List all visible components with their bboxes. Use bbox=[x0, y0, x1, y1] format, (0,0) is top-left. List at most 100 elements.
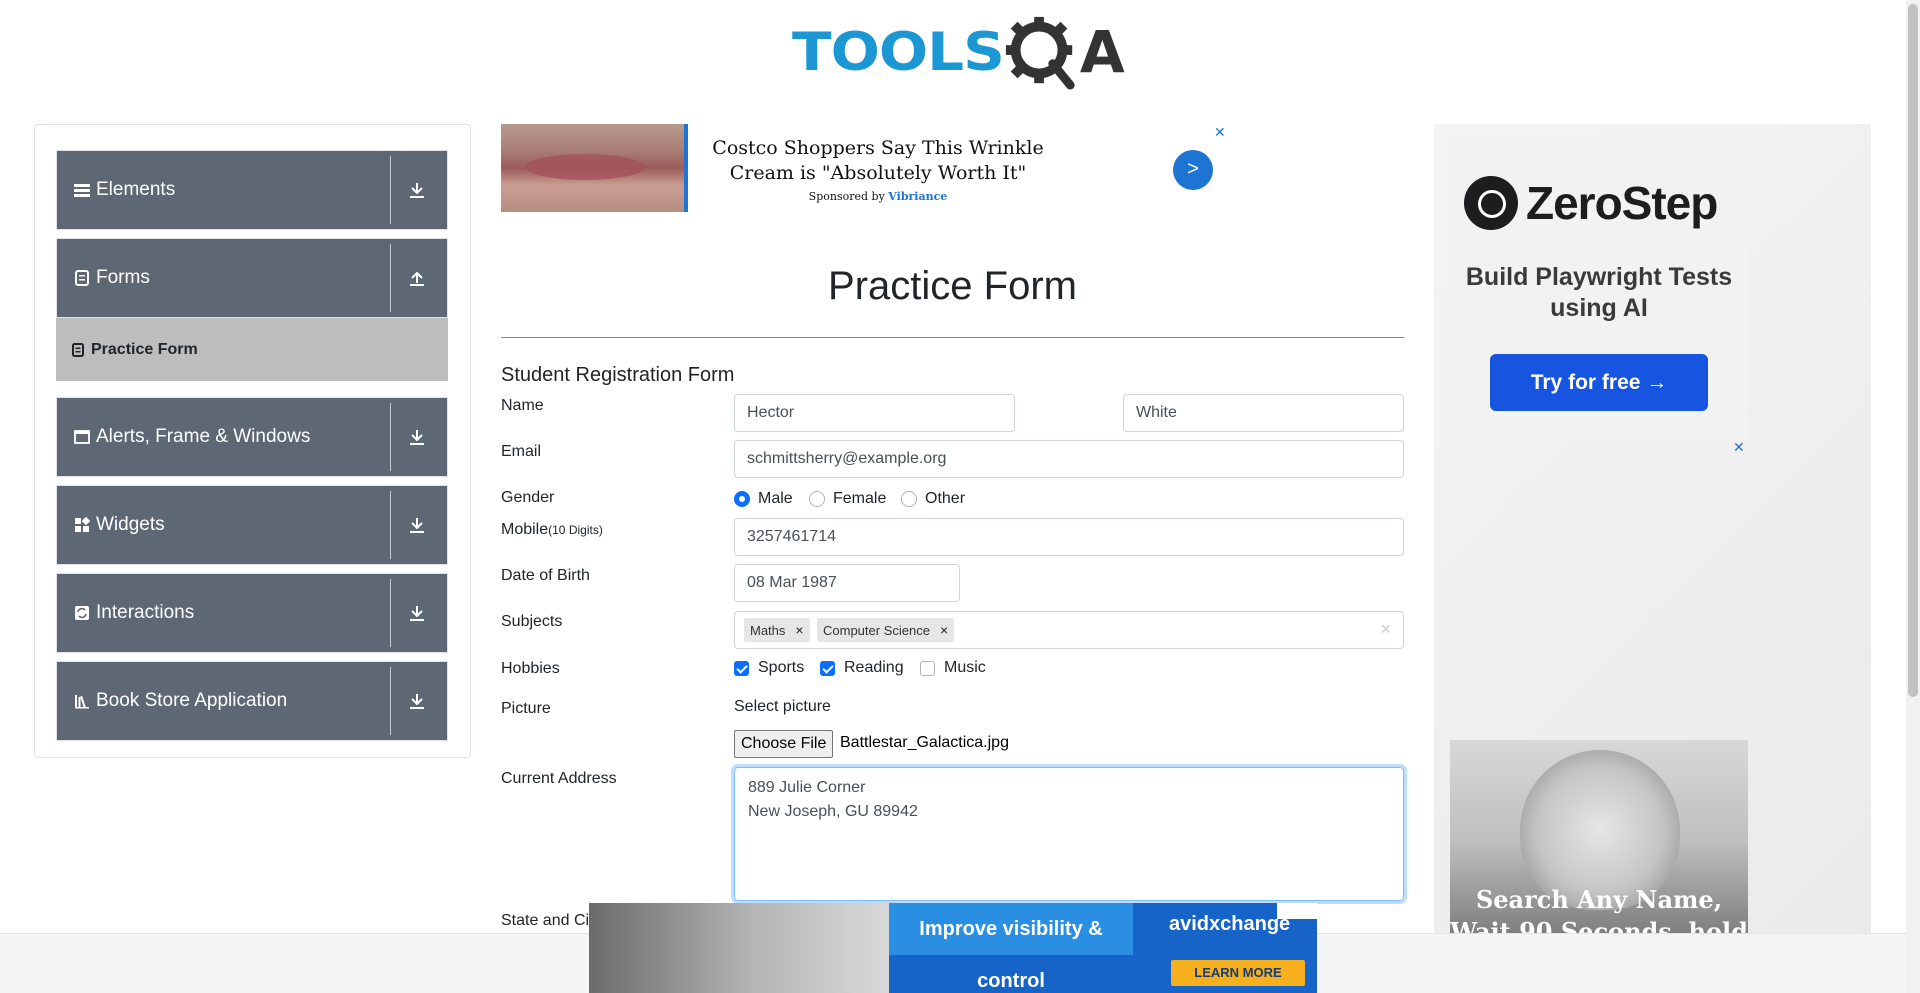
form-icon bbox=[72, 342, 84, 357]
ad-accent-bar bbox=[684, 124, 688, 212]
hobby-checkbox-music[interactable]: Music bbox=[920, 659, 986, 677]
list-icon bbox=[74, 184, 90, 197]
ad-person-image bbox=[589, 903, 889, 993]
subjects-label: Subjects bbox=[501, 613, 563, 630]
close-icon[interactable]: ✕ bbox=[1214, 124, 1226, 141]
adchoices-icon[interactable] bbox=[1277, 903, 1317, 919]
form-subtitle: Student Registration Form bbox=[501, 364, 735, 386]
download-icon bbox=[410, 518, 424, 533]
radio-icon bbox=[901, 491, 917, 507]
ad-headline[interactable]: Costco Shoppers Say This Wrinkle Cream i… bbox=[693, 136, 1063, 186]
last-name-input[interactable]: White bbox=[1123, 394, 1404, 432]
clear-icon[interactable]: × bbox=[1380, 619, 1391, 640]
logo-text-tools: TOOLS bbox=[792, 21, 1005, 83]
divider bbox=[501, 337, 1404, 338]
bottom-ad-banner[interactable]: Improve visibility & control avidxchange… bbox=[589, 903, 1317, 993]
state-city-label: State and Ci bbox=[501, 912, 590, 929]
sidebar: Elements Forms Practice Form Alerts, Fra… bbox=[34, 124, 471, 758]
toolsqa-logo[interactable]: TOOLS A bbox=[792, 14, 1125, 90]
radio-selected-icon bbox=[734, 491, 750, 507]
checkbox-checked-icon bbox=[734, 660, 749, 676]
ad-sponsor-name[interactable]: Vibriance bbox=[888, 190, 947, 203]
zerostep-logo: ZeroStep bbox=[1464, 176, 1718, 230]
sidebar-group-widgets[interactable]: Widgets bbox=[56, 485, 448, 565]
subject-tag: Maths × bbox=[744, 618, 810, 642]
email-label: Email bbox=[501, 443, 542, 460]
page-scrollbar[interactable] bbox=[1906, 0, 1920, 993]
ad-sponsor-prefix: Sponsored by bbox=[808, 190, 885, 203]
subjects-input[interactable]: Maths × Computer Science × × bbox=[734, 611, 1404, 649]
sidebar-group-alerts[interactable]: Alerts, Frame & Windows bbox=[56, 397, 448, 477]
email-input[interactable]: schmittsherry@example.org bbox=[734, 440, 1404, 478]
gender-label: Gender bbox=[501, 489, 555, 506]
checkbox-checked-icon bbox=[820, 660, 835, 676]
subject-tag: Computer Science × bbox=[817, 618, 955, 642]
hobby-checkbox-reading[interactable]: Reading bbox=[820, 659, 904, 677]
sidebar-group-forms[interactable]: Forms bbox=[56, 238, 448, 318]
mobile-hint: (10 Digits) bbox=[548, 523, 603, 537]
subject-tag-label: Computer Science bbox=[823, 622, 930, 638]
zerostep-ad[interactable]: ZeroStep Build Playwright Tests using AI… bbox=[1450, 136, 1748, 440]
sidebar-group-interactions[interactable]: Interactions bbox=[56, 573, 448, 653]
gender-radio-female[interactable]: Female bbox=[809, 490, 886, 508]
download-icon bbox=[410, 183, 424, 198]
sidebar-group-label: Interactions bbox=[96, 602, 195, 623]
radio-label: Other bbox=[925, 490, 966, 507]
gender-radio-male[interactable]: Male bbox=[734, 490, 793, 508]
dob-label: Date of Birth bbox=[501, 567, 590, 584]
scrollbar-thumb[interactable] bbox=[1908, 4, 1918, 697]
download-icon bbox=[410, 606, 424, 621]
radio-label: Female bbox=[833, 490, 887, 507]
choose-file-button[interactable]: Choose File bbox=[734, 730, 834, 758]
remove-tag-icon[interactable]: × bbox=[940, 622, 948, 638]
divider bbox=[390, 244, 391, 312]
sidebar-group-label: Widgets bbox=[96, 514, 165, 535]
books-icon bbox=[75, 695, 89, 709]
sidebar-group-book-store[interactable]: Book Store Application bbox=[56, 661, 448, 741]
date-of-birth-input[interactable]: 08 Mar 1987 bbox=[734, 564, 960, 602]
bottom-ad-headline: Improve visibility & control bbox=[889, 903, 1133, 992]
learn-more-button[interactable]: LEARN MORE bbox=[1171, 960, 1305, 986]
logo-text-a: A bbox=[1079, 18, 1125, 86]
select-picture-label: Select picture bbox=[734, 698, 831, 715]
ad-go-button[interactable]: > bbox=[1173, 150, 1213, 190]
selected-file-name: Battlestar_Galactica.jpg bbox=[840, 734, 1009, 751]
sidebar-group-label: Elements bbox=[96, 179, 176, 200]
first-name-input[interactable]: Hector bbox=[734, 394, 1015, 432]
divider bbox=[390, 403, 391, 471]
mobile-input[interactable]: 3257461714 bbox=[734, 518, 1404, 556]
download-icon bbox=[410, 694, 424, 709]
sidebar-item-label: Practice Form bbox=[91, 340, 198, 358]
ad-sponsor: Sponsored by Vibriance bbox=[693, 190, 1063, 203]
zerostep-tagline: Build Playwright Tests using AI bbox=[1465, 263, 1733, 322]
close-icon[interactable]: ✕ bbox=[1733, 439, 1745, 456]
zerostep-name: ZeroStep bbox=[1526, 177, 1718, 229]
divider bbox=[390, 667, 391, 735]
divider bbox=[390, 156, 391, 224]
sidebar-group-label: Book Store Application bbox=[96, 690, 288, 711]
ad-photo bbox=[501, 124, 686, 212]
try-for-free-button[interactable]: Try for free → bbox=[1490, 354, 1708, 411]
picture-label: Picture bbox=[501, 700, 551, 717]
zerostep-logo-icon bbox=[1464, 176, 1518, 230]
form-icon bbox=[75, 270, 89, 286]
checkbox-icon bbox=[920, 660, 935, 676]
gender-radio-other[interactable]: Other bbox=[901, 490, 965, 508]
download-icon bbox=[410, 430, 424, 445]
sidebar-group-elements[interactable]: Elements bbox=[56, 150, 448, 230]
sidebar-item-practice-form[interactable]: Practice Form bbox=[56, 318, 448, 381]
checkbox-label: Music bbox=[944, 659, 986, 676]
interactions-icon bbox=[75, 606, 89, 620]
mobile-label: Mobile(10 Digits) bbox=[501, 521, 603, 539]
radio-icon bbox=[809, 491, 825, 507]
gear-magnifier-icon bbox=[1005, 16, 1075, 90]
window-icon bbox=[74, 430, 90, 444]
top-ad-banner[interactable]: Costco Shoppers Say This Wrinkle Cream i… bbox=[501, 124, 1229, 212]
bottom-ad-brand: avidxchange bbox=[1169, 913, 1291, 935]
current-address-textarea[interactable]: 889 Julie Corner New Joseph, GU 89942 bbox=[734, 767, 1404, 901]
radio-label: Male bbox=[758, 490, 793, 507]
mobile-label-text: Mobile bbox=[501, 521, 549, 538]
remove-tag-icon[interactable]: × bbox=[795, 622, 803, 638]
hobby-checkbox-sports[interactable]: Sports bbox=[734, 659, 804, 677]
divider bbox=[390, 491, 391, 559]
